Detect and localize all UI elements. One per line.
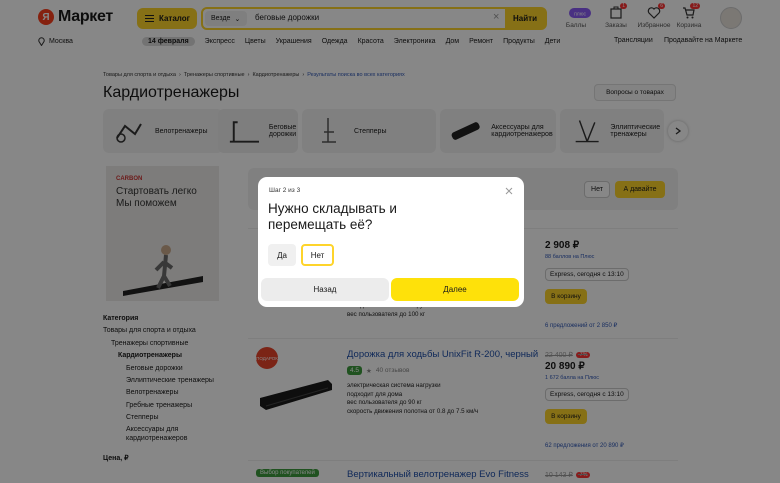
modal-question: Нужно складывать и перемещать её? (268, 201, 397, 232)
question-modal: Шаг 2 из 3 Нужно складывать и перемещать… (258, 177, 524, 307)
next-button[interactable]: Далее (391, 278, 519, 301)
option-yes-button[interactable]: Да (268, 244, 296, 266)
close-icon[interactable] (503, 185, 515, 197)
modal-step: Шаг 2 из 3 (269, 187, 301, 194)
back-button[interactable]: Назад (261, 278, 389, 301)
option-no-button[interactable]: Нет (301, 244, 334, 266)
